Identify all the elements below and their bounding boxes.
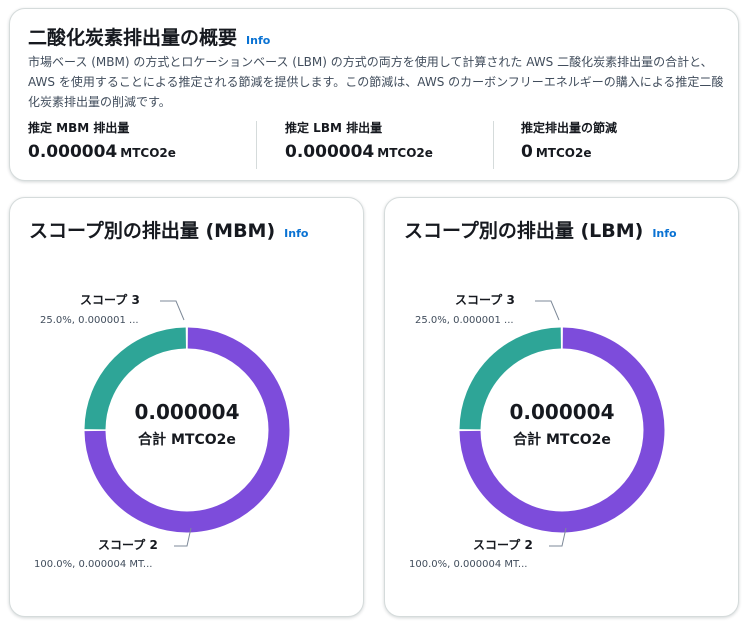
metric-savings-label: 推定排出量の節減 [521,121,618,135]
mbm-total-label: 合計 MTCO2e [138,431,236,448]
lbm-scope2-name: スコープ 2 [473,537,533,552]
metric-savings: 推定排出量の節減 0 MTCO2e [521,119,617,162]
metric-savings-unit: MTCO2e [535,146,592,160]
metric-lbm-unit: MTCO2e [377,146,433,160]
metric-savings-value: 0 MTCO2e [521,142,617,162]
metric-mbm-number: 0.000004 [28,142,118,162]
metric-divider [493,121,494,169]
metric-lbm-value: 0.000004 MTCO2e [285,142,433,162]
scope-emissions-lbm-card: スコープ別の排出量 (LBM) Info 0.000004 合計 MTCO2e … [384,197,739,617]
metric-mbm: 推定 MBM 排出量 0.000004 MTCO2e [28,119,176,162]
mbm-donut-chart: 0.000004 合計 MTCO2e スコープ 3 25.0%, 0.00000… [34,292,290,570]
lbm-donut-chart: 0.000004 合計 MTCO2e スコープ 3 25.0%, 0.00000… [409,292,665,570]
overview-info-link[interactable]: Info [246,34,270,47]
mbm-scope3-leader-line [160,300,185,321]
overview-header: 二酸化炭素排出量の概要 Info [28,23,270,50]
lbm-total-label: 合計 MTCO2e [513,431,611,448]
mbm-total-value: 0.000004 [134,400,239,424]
mbm-scope2-detail: 100.0%, 0.000004 MT... [34,559,152,570]
overview-description: 市場ベース (MBM) の方式とロケーションベース (LBM) の方式の両方を使… [28,55,724,109]
metric-lbm: 推定 LBM 排出量 0.000004 MTCO2e [285,119,433,162]
metric-mbm-value: 0.000004 MTCO2e [28,142,176,162]
metric-lbm-label: 推定 LBM 排出量 [285,121,383,135]
overview-title: 二酸化炭素排出量の概要 [28,27,238,49]
lbm-scope3-name: スコープ 3 [455,292,515,307]
scope-emissions-mbm-card: スコープ別の排出量 (MBM) Info 0.000004 合計 MTCO2e … [9,197,364,617]
metric-savings-number: 0 [521,142,533,162]
emissions-overview-card: 二酸化炭素排出量の概要 Info 市場ベース (MBM) の方式とロケーションベ… [9,8,739,181]
lbm-scope3-detail: 25.0%, 0.000001 ... [415,315,514,326]
metric-mbm-label: 推定 MBM 排出量 [28,121,130,135]
metric-divider [256,121,257,169]
lbm-scope3-leader-line [535,300,560,321]
mbm-scope2-name: スコープ 2 [98,537,158,552]
lbm-scope2-detail: 100.0%, 0.000004 MT... [409,559,527,570]
lbm-total-value: 0.000004 [509,400,614,424]
metric-mbm-unit: MTCO2e [120,146,176,160]
metric-lbm-number: 0.000004 [285,142,375,162]
mbm-scope3-name: スコープ 3 [80,292,140,307]
mbm-scope3-detail: 25.0%, 0.000001 ... [40,315,139,326]
